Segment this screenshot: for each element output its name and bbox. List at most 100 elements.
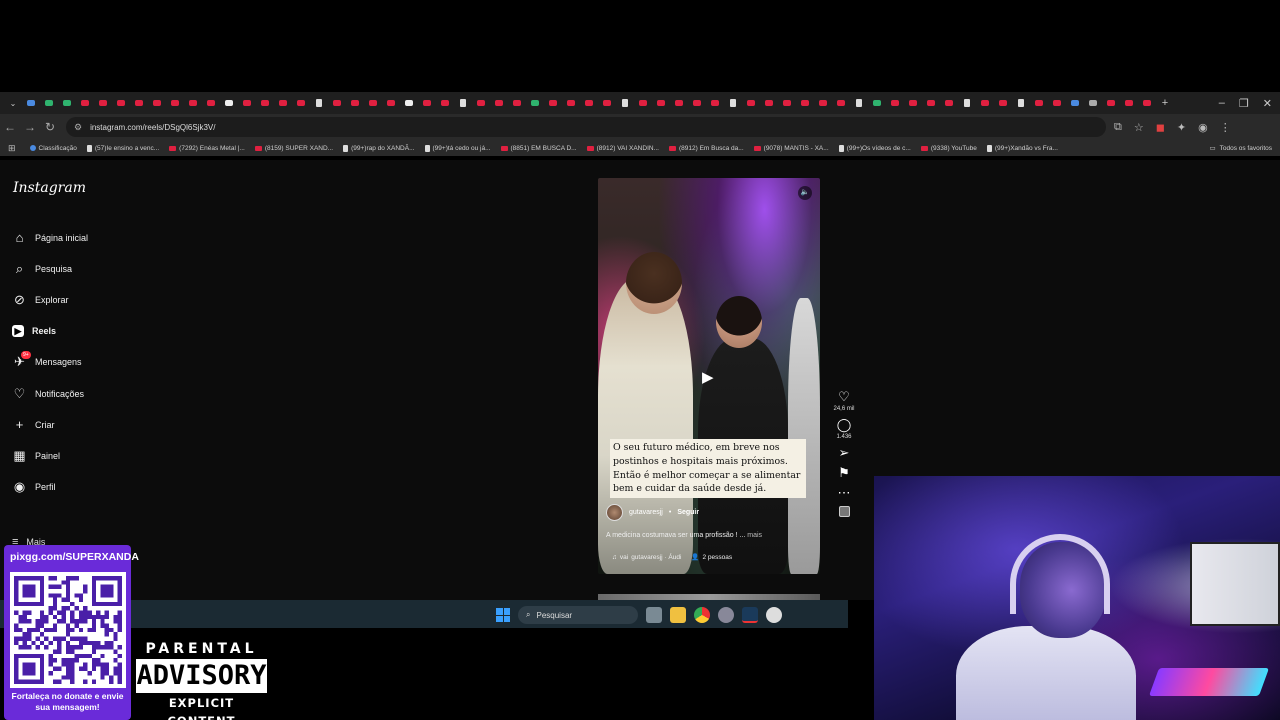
browser-tab[interactable] (958, 96, 976, 110)
browser-tab[interactable] (400, 96, 418, 110)
browser-tab[interactable] (454, 96, 472, 110)
browser-tab[interactable] (346, 96, 364, 110)
browser-tab[interactable] (904, 96, 922, 110)
browser-tab[interactable] (832, 96, 850, 110)
sidebar-item-plus[interactable]: + Criar (12, 409, 88, 440)
apps-grid-icon[interactable]: ⊞ (8, 143, 16, 154)
browser-tab[interactable] (868, 96, 886, 110)
browser-tab[interactable] (202, 96, 220, 110)
author-avatar[interactable] (606, 504, 623, 521)
browser-tab[interactable] (148, 96, 166, 110)
site-info-icon[interactable]: ⚙ (74, 122, 82, 133)
audio-thumbnail[interactable] (838, 506, 850, 517)
browser-tab[interactable] (544, 96, 562, 110)
browser-tab[interactable] (184, 96, 202, 110)
close-window-icon[interactable]: ✕ (1263, 97, 1272, 110)
comment-button[interactable]: ◯ 1.436 (836, 418, 851, 441)
browser-tab[interactable] (616, 96, 634, 110)
extension-icon[interactable]: ◼ (1156, 121, 1165, 134)
chrome-icon[interactable] (694, 607, 710, 623)
save-button[interactable]: ⚑ (838, 466, 850, 480)
browser-tab[interactable] (166, 96, 184, 110)
browser-tab[interactable] (778, 96, 796, 110)
browser-tab[interactable] (1048, 96, 1066, 110)
tab-list-chevron-icon[interactable]: ⌄ (4, 96, 22, 110)
minimize-icon[interactable]: – (1219, 97, 1225, 109)
browser-tab[interactable] (796, 96, 814, 110)
bookmark-star-icon[interactable]: ☆ (1134, 121, 1144, 134)
author-name[interactable]: gutavaresjj (629, 509, 663, 516)
sidebar-item-home[interactable]: ⌂ Página inicial (12, 222, 88, 253)
sidebar-item-heart[interactable]: ♡ Notificações (12, 378, 88, 409)
browser-tab[interactable] (58, 96, 76, 110)
browser-tab[interactable] (742, 96, 760, 110)
browser-tab[interactable] (310, 96, 328, 110)
browser-tab[interactable] (328, 96, 346, 110)
browser-tab[interactable] (418, 96, 436, 110)
browser-tab[interactable] (562, 96, 580, 110)
bookmark-item[interactable]: (99+)Os vídeos de c... (838, 144, 911, 152)
settings-gear-icon[interactable] (718, 607, 734, 623)
browser-tab[interactable] (130, 96, 148, 110)
sidebar-item-search[interactable]: ⌕ Pesquisa (12, 253, 88, 284)
restore-icon[interactable]: ❐ (1239, 97, 1249, 110)
browser-tab[interactable] (598, 96, 616, 110)
follow-button[interactable]: Seguir (677, 509, 699, 516)
browser-tab[interactable] (472, 96, 490, 110)
see-more-link[interactable]: mais (747, 532, 762, 539)
browser-tab[interactable] (274, 96, 292, 110)
browser-tab[interactable] (490, 96, 508, 110)
browser-tab[interactable] (1066, 96, 1084, 110)
share-button[interactable]: ➢ (839, 446, 850, 460)
bookmark-item[interactable]: (57)Ie ensino a venc... (86, 144, 159, 152)
browser-tab[interactable] (40, 96, 58, 110)
browser-tab[interactable] (850, 96, 868, 110)
taskbar-search[interactable]: ⌕ Pesquisar (518, 606, 638, 624)
browser-tab[interactable] (256, 96, 274, 110)
browser-tab[interactable] (670, 96, 688, 110)
bookmark-item[interactable]: (99+)Xandão vs Fra... (986, 144, 1058, 152)
browser-tab[interactable] (1120, 96, 1138, 110)
browser-tab[interactable] (940, 96, 958, 110)
browser-tab[interactable] (508, 96, 526, 110)
browser-tab[interactable] (976, 96, 994, 110)
bookmark-item[interactable]: (99+)tá cedo ou já... (424, 144, 491, 152)
browser-tab[interactable] (922, 96, 940, 110)
back-button[interactable]: ← (0, 120, 20, 134)
bookmark-item[interactable]: (8912) Em Busca da... (668, 145, 744, 152)
browser-tab[interactable] (220, 96, 238, 110)
profile-avatar[interactable]: ◉ (1198, 121, 1208, 134)
browser-tab[interactable] (688, 96, 706, 110)
browser-tab[interactable] (1138, 96, 1156, 110)
tagged-people-chip[interactable]: 👤 2 pessoas (691, 553, 732, 562)
browser-tab[interactable] (706, 96, 724, 110)
address-bar[interactable]: ⚙ instagram.com/reels/DSgQl6Sjk3V/ (66, 117, 1106, 137)
sidebar-item-compass[interactable]: ⊘ Explorar (12, 284, 88, 315)
bookmark-item[interactable]: (9078) MANTIS - XA... (753, 145, 829, 152)
windows-start-icon[interactable] (496, 608, 510, 622)
install-app-icon[interactable]: ⧉ (1114, 121, 1122, 134)
play-icon[interactable]: ▶ (702, 368, 714, 386)
browser-menu-icon[interactable]: ⋮ (1220, 121, 1231, 134)
file-explorer-icon[interactable] (670, 607, 686, 623)
bookmark-item[interactable]: (8912) VAI XANDIN... (586, 145, 659, 152)
like-button[interactable]: ♡ 24,6 mil (833, 390, 854, 413)
bookmark-item[interactable]: (8851) EM BUSCA D... (500, 145, 577, 152)
browser-tab[interactable] (652, 96, 670, 110)
bookmark-item[interactable]: (9338) YouTube (920, 145, 977, 152)
task-view-icon[interactable] (646, 607, 662, 623)
browser-tab[interactable] (112, 96, 130, 110)
new-tab-button[interactable]: + (1156, 96, 1174, 110)
browser-tab[interactable] (94, 96, 112, 110)
browser-tab[interactable] (436, 96, 454, 110)
reload-button[interactable]: ↻ (40, 120, 60, 134)
browser-tab[interactable] (22, 96, 40, 110)
extensions-puzzle-icon[interactable]: ✦ (1177, 121, 1186, 134)
sidebar-item-chart[interactable]: ▦ Painel (12, 440, 88, 471)
steam-icon[interactable] (742, 607, 758, 623)
browser-tab[interactable] (76, 96, 94, 110)
browser-tab[interactable] (292, 96, 310, 110)
audio-chip[interactable]: ♫ vai gutavaresjj · Áudi (612, 554, 681, 561)
forward-button[interactable]: → (20, 120, 40, 134)
browser-tab[interactable] (1102, 96, 1120, 110)
